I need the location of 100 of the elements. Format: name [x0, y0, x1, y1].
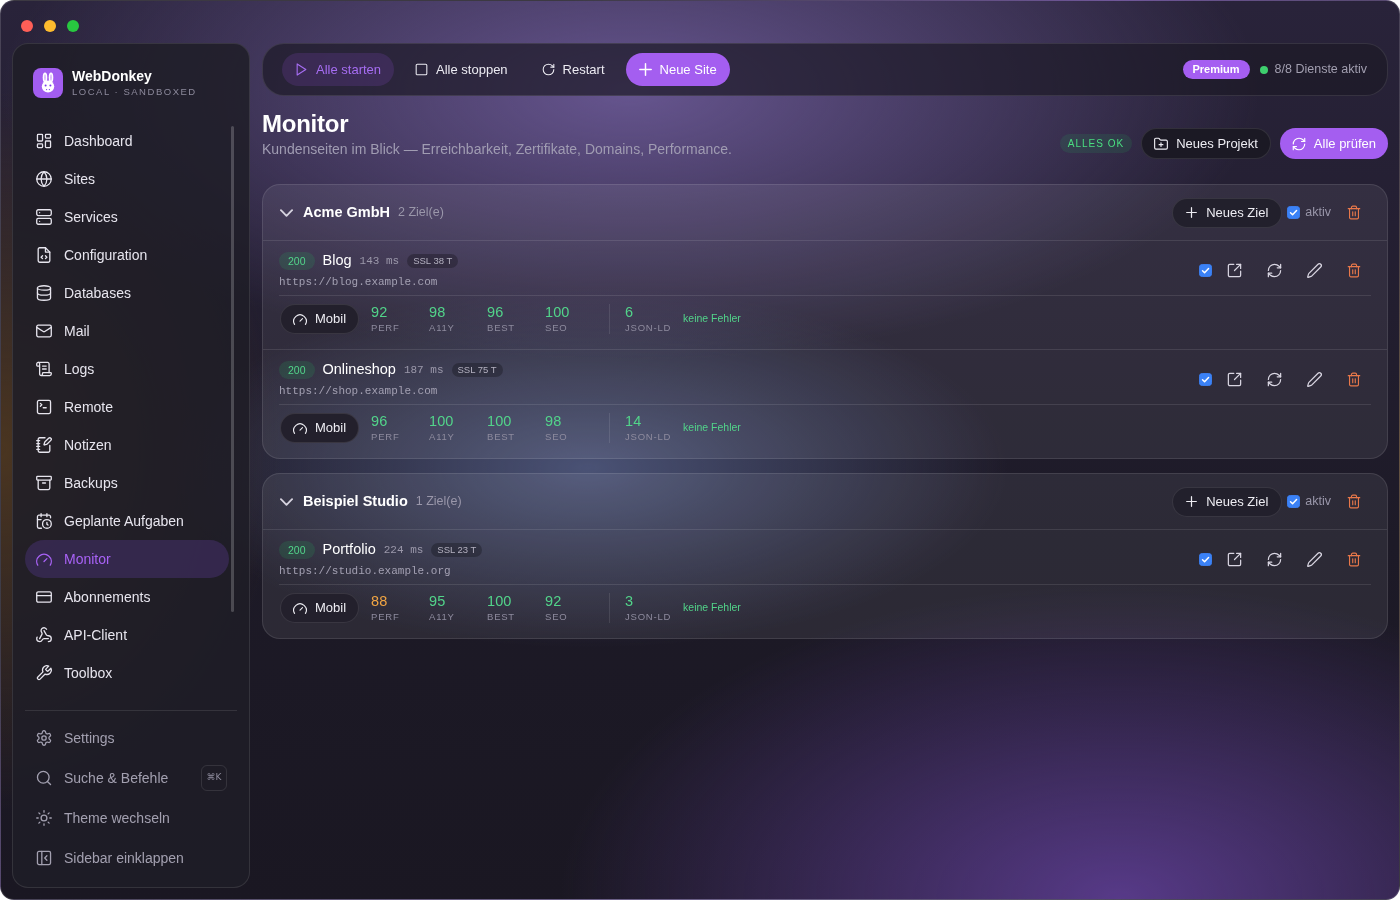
play-icon [295, 63, 308, 76]
device-button[interactable]: Mobil [280, 592, 360, 623]
chevron-down-icon[interactable] [280, 497, 293, 506]
checkbox[interactable] [1287, 495, 1301, 508]
trash-icon[interactable] [1347, 205, 1361, 220]
add-target-button[interactable]: Neues Ziel [1172, 197, 1283, 228]
score-value: 88 [371, 592, 389, 610]
error-status: keine Fehler [683, 419, 741, 435]
refresh-icon[interactable] [1267, 263, 1282, 278]
score-label: SEO [545, 611, 569, 623]
device-button[interactable]: Mobil [280, 303, 360, 334]
credit-card-icon [36, 589, 52, 605]
sidebar-item[interactable]: Geplante Aufgaben [25, 502, 229, 540]
dashboard-icon [36, 133, 52, 149]
score-label: A11Y [429, 611, 456, 623]
sidebar-item[interactable]: Abonnements [25, 578, 229, 616]
rotate-icon [541, 63, 555, 76]
active-label: aktiv [1305, 204, 1331, 222]
notebook-pen-icon [36, 437, 52, 453]
refresh-icon[interactable] [1267, 372, 1282, 387]
archive-box-icon [36, 475, 52, 491]
checkbox[interactable] [1199, 264, 1212, 277]
ssl-badge: SSL 23 T [431, 543, 483, 557]
device-button[interactable]: Mobil [280, 412, 360, 443]
error-status: keine Fehler [683, 310, 741, 326]
chevron-down-icon[interactable] [280, 208, 293, 217]
checkbox[interactable] [1287, 206, 1301, 219]
toolbar-button[interactable]: Restart [528, 53, 618, 86]
calendar-clock-icon [36, 513, 52, 529]
database-icon [36, 285, 52, 301]
score-label: BEST [487, 322, 516, 334]
trash-icon[interactable] [1347, 494, 1361, 509]
gauge-icon [293, 601, 307, 614]
sidebar-item[interactable]: Services [25, 198, 229, 236]
scroll-icon [36, 361, 52, 377]
json-ld-label: JSON-LD [625, 431, 673, 443]
sidebar-item[interactable]: Sidebar einklappen [25, 838, 229, 878]
app-name: WebDonkey [72, 67, 153, 85]
sidebar-item[interactable]: Monitor [25, 540, 229, 578]
plus-icon [1186, 207, 1198, 218]
json-ld-count: 14 [625, 412, 643, 430]
url-text: https://blog.example.com [279, 275, 439, 289]
pencil-icon[interactable] [1307, 263, 1322, 278]
sidebar-item[interactable]: Configuration [25, 236, 229, 274]
pencil-icon[interactable] [1307, 372, 1322, 387]
external-link-icon[interactable] [1227, 552, 1242, 567]
score-label: SEO [545, 431, 569, 443]
score-value: 96 [371, 412, 389, 430]
sidebar-item[interactable]: Remote [25, 388, 229, 426]
toolbar-button[interactable]: Alle starten [282, 53, 395, 86]
trash-icon[interactable] [1347, 263, 1361, 278]
group-name: Beispiel Studio [303, 491, 408, 511]
sidebar-item[interactable]: Suche & Befehle ⌘K [25, 758, 229, 798]
sidebar-item[interactable]: Dashboard [25, 122, 229, 160]
toolbar-button[interactable]: Neue Site [625, 53, 730, 86]
sidebar-item[interactable]: Theme wechseln [25, 798, 229, 838]
refresh-icon [1291, 136, 1306, 151]
score-value: 92 [371, 303, 389, 321]
pencil-icon[interactable] [1307, 552, 1322, 567]
checkbox[interactable] [1199, 373, 1212, 386]
sidebar-item[interactable]: Databases [25, 274, 229, 312]
page-title: Monitor [262, 109, 350, 139]
target-name: Onlineshop [322, 360, 396, 380]
response-time: 224 ms [383, 542, 424, 558]
json-ld-count: 3 [625, 592, 635, 610]
sidebar-item[interactable]: Toolbox [25, 654, 229, 692]
response-time: 143 ms [359, 253, 400, 269]
trash-icon[interactable] [1347, 372, 1361, 387]
terminal-icon [36, 399, 52, 415]
score-label: PERF [371, 431, 401, 443]
external-link-icon[interactable] [1227, 263, 1242, 278]
target-count: 2 Ziel(e) [398, 204, 444, 222]
toolbar-button[interactable]: Alle stoppen [402, 53, 521, 86]
header-button[interactable]: Neues Projekt [1141, 128, 1271, 159]
gauge-icon [36, 551, 52, 567]
code-file-icon [36, 247, 52, 263]
app-tagline: LOCAL · SANDBOXED [72, 86, 197, 98]
score-label: A11Y [429, 431, 456, 443]
mail-icon [36, 323, 52, 339]
trash-icon[interactable] [1347, 552, 1361, 567]
sidebar-item[interactable]: Notizen [25, 426, 229, 464]
sidebar-item[interactable]: Settings [25, 718, 229, 758]
window-close-icon[interactable] [21, 20, 33, 32]
add-target-button[interactable]: Neues Ziel [1172, 486, 1283, 517]
external-link-icon[interactable] [1227, 372, 1242, 387]
window-zoom-icon[interactable] [67, 20, 79, 32]
scrollbar-thumb[interactable] [231, 126, 234, 612]
json-ld-count: 6 [625, 303, 635, 321]
sidebar-item[interactable]: Backups [25, 464, 229, 502]
sidebar-item[interactable]: Logs [25, 350, 229, 388]
search-icon [36, 770, 52, 786]
sidebar-item[interactable]: Sites [25, 160, 229, 198]
window-minimize-icon[interactable] [44, 20, 56, 32]
server-icon [36, 209, 52, 225]
checkbox[interactable] [1199, 553, 1212, 566]
sidebar-item[interactable]: API-Client [25, 616, 229, 654]
services-status: 8/8 Dienste aktiv [1274, 61, 1367, 79]
sidebar-item[interactable]: Mail [25, 312, 229, 350]
refresh-icon[interactable] [1267, 552, 1282, 567]
header-button[interactable]: Alle prüfen [1279, 128, 1388, 159]
